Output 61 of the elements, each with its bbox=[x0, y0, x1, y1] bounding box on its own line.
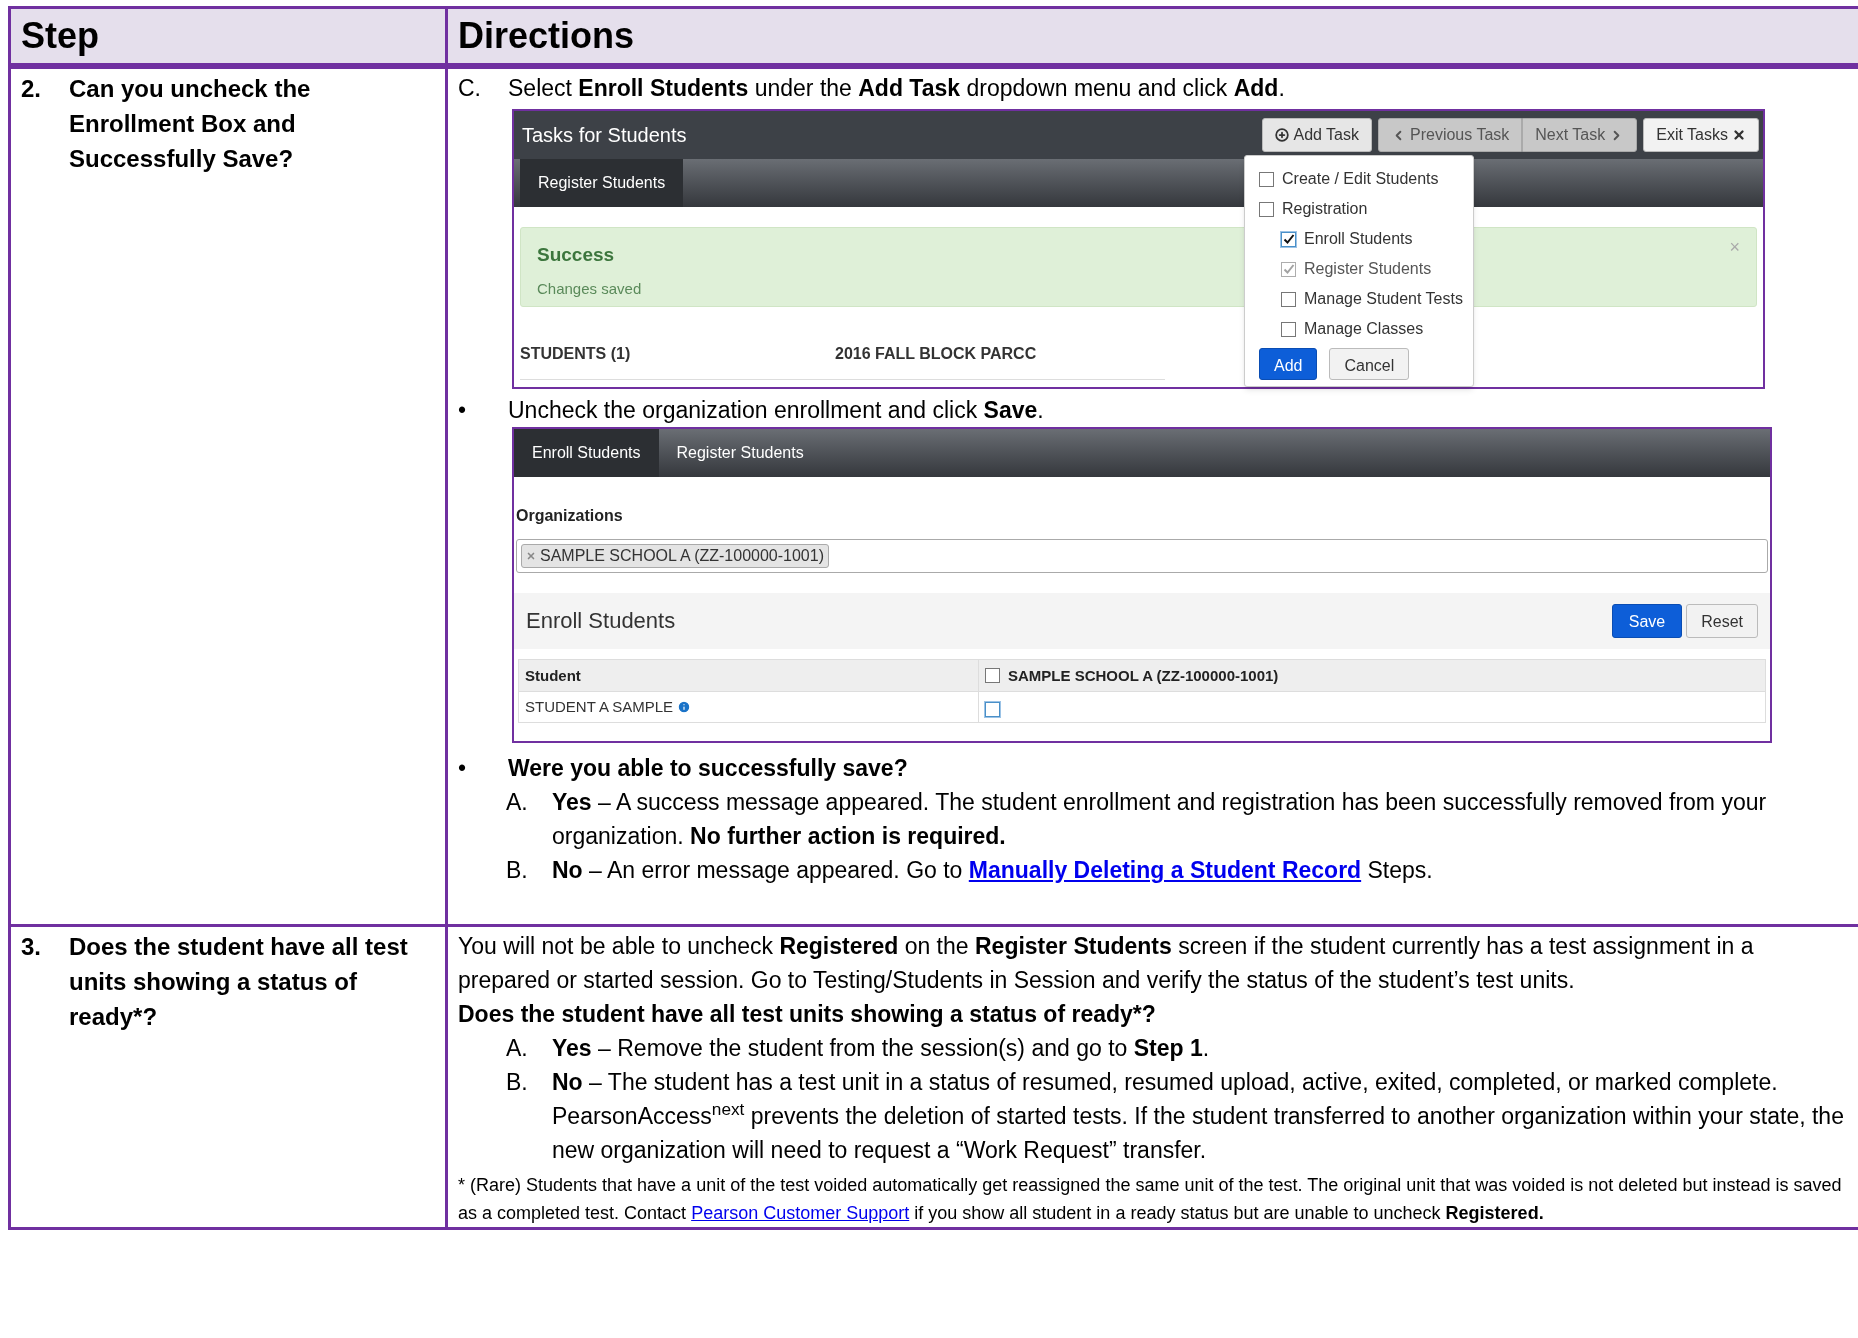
exit-tasks-button[interactable]: Exit Tasks bbox=[1643, 118, 1759, 152]
footnote-text: * (Rare) Students that have a unit of the test voided automatically get reassigned the same unit of the test. The original unit that was voided is not deleted but instead is saved as a completed test. Contact Pearson Customer Support if you show all student in a ready status but are unable to uncheck Registered. bbox=[458, 1174, 1843, 1225]
add-task-button[interactable]: Add Task bbox=[1262, 118, 1372, 152]
student-name: STUDENT A SAMPLE bbox=[525, 697, 674, 717]
list-marker: • bbox=[458, 396, 468, 425]
checkbox[interactable] bbox=[1281, 291, 1296, 307]
field-label: Organizations bbox=[516, 506, 624, 526]
section-title: Enroll Students bbox=[526, 607, 676, 635]
tab[interactable]: Register Students bbox=[520, 159, 684, 207]
previous-task-button[interactable]: Previous Task bbox=[1378, 118, 1523, 152]
alert-title: Success bbox=[537, 243, 616, 267]
support-link[interactable]: Pearson Customer Support bbox=[691, 1203, 910, 1223]
add-button[interactable]: Add bbox=[1259, 348, 1318, 380]
list-marker: A. bbox=[506, 788, 529, 817]
info-icon[interactable] bbox=[677, 700, 692, 714]
column-header: 2016 FALL BLOCK PARCC bbox=[835, 337, 1165, 380]
list-marker: A. bbox=[506, 1034, 529, 1063]
cancel-button[interactable]: Cancel bbox=[1329, 348, 1410, 380]
checkbox[interactable] bbox=[1281, 231, 1296, 247]
step-question: Can you uncheck the Enrollment Box and Successfully Save? bbox=[69, 74, 312, 174]
organizations-field[interactable]: SAMPLE SCHOOL A (ZZ-100000-1001) bbox=[516, 539, 1768, 573]
document-link[interactable]: Manually Deleting a Student Record bbox=[968, 857, 1362, 883]
question-text: Were you able to successfully save? bbox=[508, 754, 908, 783]
tab[interactable]: Enroll Students bbox=[514, 429, 659, 477]
list-marker: B. bbox=[506, 1068, 529, 1097]
list-marker: • bbox=[458, 754, 468, 783]
remove-icon[interactable] bbox=[526, 551, 536, 561]
answer-text: No – The student has a test unit in a status of resumed, resumed upload, active, exited, completed, or marked complete. PearsonAccess$^{next}$ prevents the deletion of started tests. If the student transferred to another organization within your state, the new organization will need to request a “Work Request” transfer. bbox=[552, 1068, 1845, 1165]
next-task-button[interactable]: Next Task bbox=[1522, 118, 1638, 152]
answer-text: Yes – A success message appeared. The student enrollment and registration has been successfully removed from your organization. No further action is required. bbox=[552, 788, 1768, 851]
paragraph-text: You will not be able to uncheck Registered on the Register Students screen if the student currently has a test assignment in a prepared or started session. Go to Testing/Students in Session and verify the status of the student’s test units. bbox=[458, 932, 1755, 995]
tab[interactable]: Register Students bbox=[658, 429, 822, 477]
checkbox[interactable] bbox=[1259, 201, 1274, 217]
reset-button[interactable]: Reset bbox=[1686, 604, 1758, 638]
step-number: 2. bbox=[21, 74, 42, 104]
column-header: SAMPLE SCHOOL A (ZZ-100000-1001) bbox=[1008, 665, 1279, 686]
column-header: Directions bbox=[448, 9, 1858, 69]
column-header: Step bbox=[11, 9, 448, 69]
checkbox[interactable] bbox=[1281, 321, 1296, 337]
column-header: STUDENTS (1) bbox=[520, 337, 835, 380]
answer-text: No – An error message appeared. Go to Manually Deleting a Student Record Steps. bbox=[552, 856, 1433, 885]
organization-tag: SAMPLE SCHOOL A (ZZ-100000-1001) bbox=[521, 544, 829, 568]
alert-message: Changes saved bbox=[537, 279, 642, 299]
list-marker: C. bbox=[458, 74, 482, 103]
list-marker: B. bbox=[506, 856, 529, 885]
checkbox[interactable] bbox=[1259, 171, 1274, 187]
answer-text: Yes – Remove the student from the session(s) and go to Step 1. bbox=[552, 1034, 1210, 1063]
instruction-text: Select Enroll Students under the Add Task dropdown menu and click Add. bbox=[508, 74, 1285, 103]
close-icon bbox=[1732, 128, 1746, 142]
column-header: Student bbox=[519, 660, 979, 691]
instruction-text: Uncheck the organization enrollment and click Save. bbox=[508, 396, 1044, 425]
checkmark-icon bbox=[1282, 233, 1295, 245]
panel-title: Tasks for Students bbox=[522, 123, 687, 148]
question-heading: Does the student have all test units showing a status of ready*? bbox=[458, 1000, 1157, 1029]
step-number: 3. bbox=[21, 932, 42, 962]
checkmark-icon bbox=[1282, 263, 1295, 275]
checkbox[interactable] bbox=[985, 668, 1000, 683]
plus-icon bbox=[1275, 128, 1290, 142]
step-question: Does the student have all test units showing a status of ready*? bbox=[69, 932, 409, 1032]
checkbox[interactable] bbox=[985, 701, 1000, 717]
save-button[interactable]: Save bbox=[1611, 604, 1683, 638]
